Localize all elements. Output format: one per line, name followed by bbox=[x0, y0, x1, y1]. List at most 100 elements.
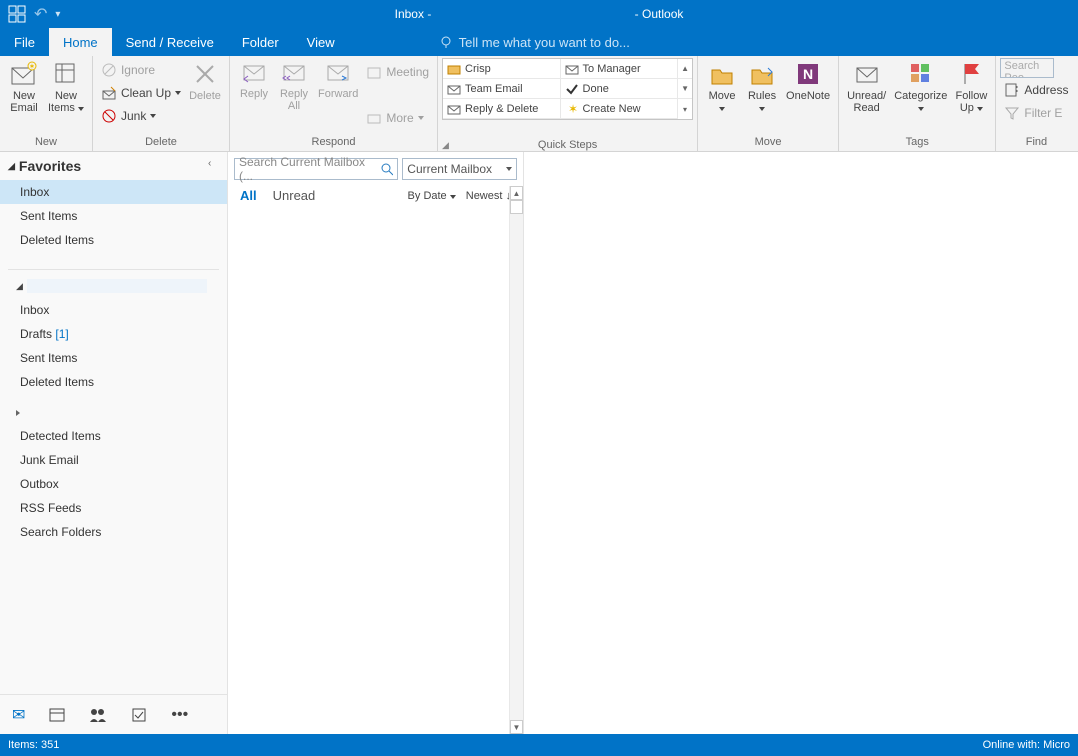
quickstep-down-arrow[interactable]: ▼ bbox=[678, 79, 692, 99]
rules-button[interactable]: Rules bbox=[742, 58, 782, 116]
group-respond-label: Respond bbox=[234, 134, 433, 151]
reply-all-button[interactable]: Reply All bbox=[274, 58, 314, 114]
group-new: ✶ New Email New Items New bbox=[0, 56, 93, 151]
tab-home[interactable]: Home bbox=[49, 28, 112, 56]
new-email-icon: ✶ bbox=[10, 60, 38, 88]
filter-email-button[interactable]: Filter E bbox=[1000, 101, 1072, 124]
ignore-button[interactable]: Ignore bbox=[97, 58, 185, 81]
tell-me-search[interactable]: Tell me what you want to do... bbox=[349, 28, 630, 56]
follow-up-button[interactable]: Follow Up bbox=[951, 58, 991, 116]
group-move: Move Rules NOneNote Move bbox=[698, 56, 839, 151]
address-book-button[interactable]: Address bbox=[1000, 78, 1072, 101]
ribbon: ✶ New Email New Items New Ignore Clean U… bbox=[0, 56, 1078, 152]
unread-read-button[interactable]: Unread/ Read bbox=[843, 58, 890, 116]
folder-search-folders[interactable]: Search Folders bbox=[0, 520, 227, 544]
group-tags-label: Tags bbox=[843, 134, 991, 151]
quickstep-done[interactable]: Done bbox=[561, 79, 679, 99]
nav-separator bbox=[8, 256, 219, 270]
cleanup-button[interactable]: Clean Up bbox=[97, 81, 185, 104]
collapse-pane-icon[interactable]: ‹ bbox=[208, 158, 211, 169]
search-mailbox-input[interactable]: Search Current Mailbox (... bbox=[234, 158, 398, 180]
onenote-button[interactable]: NOneNote bbox=[782, 58, 834, 104]
favorites-header[interactable]: ◢Favorites bbox=[0, 152, 227, 180]
reply-button[interactable]: Reply bbox=[234, 58, 274, 102]
fav-inbox[interactable]: Inbox bbox=[0, 180, 227, 204]
sort-newest[interactable]: Newest ↓ bbox=[466, 190, 511, 202]
junk-button[interactable]: Junk bbox=[97, 104, 185, 127]
sort-by-date[interactable]: By Date bbox=[408, 190, 456, 202]
filter-all[interactable]: All bbox=[240, 188, 257, 203]
message-list-pane: Search Current Mailbox (... Current Mail… bbox=[228, 152, 524, 734]
new-email-label: New Email bbox=[10, 90, 38, 114]
filter-unread[interactable]: Unread bbox=[273, 188, 316, 203]
folder-pane: ‹ ◢Favorites Inbox Sent Items Deleted It… bbox=[0, 152, 228, 734]
quickstep-reply-delete[interactable]: Reply & Delete bbox=[443, 99, 561, 119]
fav-sent-items[interactable]: Sent Items bbox=[0, 204, 227, 228]
scroll-thumb[interactable] bbox=[510, 200, 523, 214]
rules-icon bbox=[748, 60, 776, 88]
group-find: Search Peo Address Filter E Find bbox=[996, 56, 1076, 151]
folder-rss-feeds[interactable]: RSS Feeds bbox=[0, 496, 227, 520]
forward-button[interactable]: Forward bbox=[314, 58, 362, 102]
new-email-button[interactable]: ✶ New Email bbox=[4, 58, 44, 116]
group-find-label: Find bbox=[1000, 134, 1072, 151]
account-header[interactable]: ◢ bbox=[0, 274, 227, 298]
tab-folder[interactable]: Folder bbox=[228, 28, 293, 56]
categorize-button[interactable]: Categorize bbox=[890, 58, 951, 116]
folder-outbox[interactable]: Outbox bbox=[0, 472, 227, 496]
move-button[interactable]: Move bbox=[702, 58, 742, 116]
quickstep-team-email[interactable]: Team Email bbox=[443, 79, 561, 99]
tab-send-receive[interactable]: Send / Receive bbox=[112, 28, 228, 56]
group-new-label: New bbox=[4, 134, 88, 151]
folder-drafts[interactable]: Drafts [1] bbox=[0, 322, 227, 346]
move-icon bbox=[708, 60, 736, 88]
quickstep-gallery-arrow[interactable]: ▾ bbox=[678, 99, 692, 119]
tasks-view-icon[interactable] bbox=[131, 707, 147, 723]
list-scrollbar[interactable]: ▲ ▼ bbox=[509, 186, 523, 734]
new-items-button[interactable]: New Items bbox=[44, 58, 88, 116]
status-connection: Online with: Micro bbox=[983, 739, 1070, 751]
quickstep-up-arrow[interactable]: ▲ bbox=[678, 59, 692, 79]
people-view-icon[interactable] bbox=[89, 707, 107, 723]
tab-view[interactable]: View bbox=[293, 28, 349, 56]
svg-text:✶: ✶ bbox=[29, 62, 36, 71]
folder-redacted[interactable] bbox=[0, 402, 227, 424]
filter-icon bbox=[1004, 105, 1020, 121]
ribbon-tabs: File Home Send / Receive Folder View Tel… bbox=[0, 28, 1078, 56]
mail-view-icon[interactable]: ✉ bbox=[12, 705, 25, 725]
search-people-input[interactable]: Search Peo bbox=[1000, 58, 1054, 78]
quicksteps-dialog-launcher[interactable]: ◢ bbox=[442, 140, 691, 151]
scroll-up-arrow[interactable]: ▲ bbox=[510, 186, 523, 200]
delete-label: Delete bbox=[189, 90, 221, 102]
quickstep-to-manager[interactable]: To Manager bbox=[561, 59, 679, 79]
meeting-button[interactable]: Meeting bbox=[362, 60, 433, 83]
folder-junk-email[interactable]: Junk Email bbox=[0, 448, 227, 472]
scroll-down-arrow[interactable]: ▼ bbox=[510, 720, 523, 734]
calendar-view-icon[interactable] bbox=[49, 707, 65, 723]
quickstep-crisp[interactable]: Crisp bbox=[443, 59, 561, 79]
delete-icon bbox=[191, 60, 219, 88]
folder-sent-items[interactable]: Sent Items bbox=[0, 346, 227, 370]
junk-icon bbox=[101, 108, 117, 124]
more-respond-button[interactable]: More bbox=[362, 106, 433, 129]
folder-deleted-items[interactable]: Deleted Items bbox=[0, 370, 227, 394]
drafts-count: [1] bbox=[55, 327, 68, 341]
delete-button[interactable]: Delete bbox=[185, 58, 225, 104]
search-scope-dropdown[interactable]: Current Mailbox bbox=[402, 158, 517, 180]
fav-deleted-items[interactable]: Deleted Items bbox=[0, 228, 227, 252]
meeting-icon bbox=[366, 64, 382, 80]
undo-icon[interactable]: ↶ bbox=[34, 4, 47, 24]
address-book-icon bbox=[1004, 82, 1020, 98]
tab-file[interactable]: File bbox=[0, 28, 49, 56]
reply-all-icon bbox=[280, 60, 308, 86]
quickstep-create-new[interactable]: ✶Create New bbox=[561, 99, 679, 119]
folder-move-icon bbox=[447, 62, 461, 76]
status-bar: Items: 351 Online with: Micro bbox=[0, 734, 1078, 756]
group-move-label: Move bbox=[702, 134, 834, 151]
more-views-icon[interactable]: ••• bbox=[171, 706, 188, 724]
folder-detected-items[interactable]: Detected Items bbox=[0, 424, 227, 448]
folder-inbox[interactable]: Inbox bbox=[0, 298, 227, 322]
to-manager-icon bbox=[565, 62, 579, 76]
group-tags: Unread/ Read Categorize Follow Up Tags bbox=[839, 56, 996, 151]
qat-customize-icon[interactable]: ▾ bbox=[55, 9, 60, 20]
